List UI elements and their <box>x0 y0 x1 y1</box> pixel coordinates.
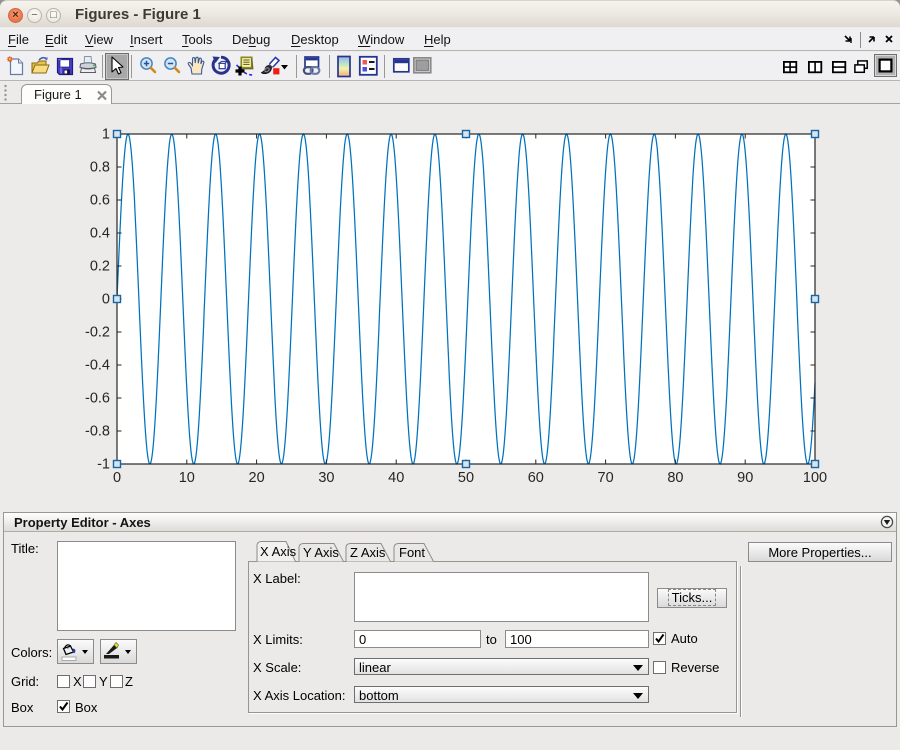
svg-text:30: 30 <box>318 470 334 486</box>
svg-text:-0.6: -0.6 <box>85 391 110 407</box>
svg-text:-0.2: -0.2 <box>85 325 110 341</box>
svg-text:90: 90 <box>737 470 753 486</box>
svg-text:0: 0 <box>102 292 110 308</box>
svg-text:70: 70 <box>598 470 614 486</box>
svg-text:80: 80 <box>667 470 683 486</box>
svg-text:1: 1 <box>102 127 110 143</box>
svg-text:40: 40 <box>388 470 404 486</box>
svg-text:-0.8: -0.8 <box>85 424 110 440</box>
svg-text:-1: -1 <box>97 457 110 473</box>
svg-text:100: 100 <box>803 470 827 486</box>
svg-text:0.2: 0.2 <box>90 259 110 275</box>
svg-text:10: 10 <box>179 470 195 486</box>
svg-text:0.6: 0.6 <box>90 193 110 209</box>
svg-text:0: 0 <box>113 470 121 486</box>
svg-text:50: 50 <box>458 470 474 486</box>
svg-text:60: 60 <box>528 470 544 486</box>
svg-text:0.4: 0.4 <box>90 226 110 242</box>
svg-text:0.8: 0.8 <box>90 160 110 176</box>
svg-text:20: 20 <box>249 470 265 486</box>
svg-text:-0.4: -0.4 <box>85 358 110 374</box>
